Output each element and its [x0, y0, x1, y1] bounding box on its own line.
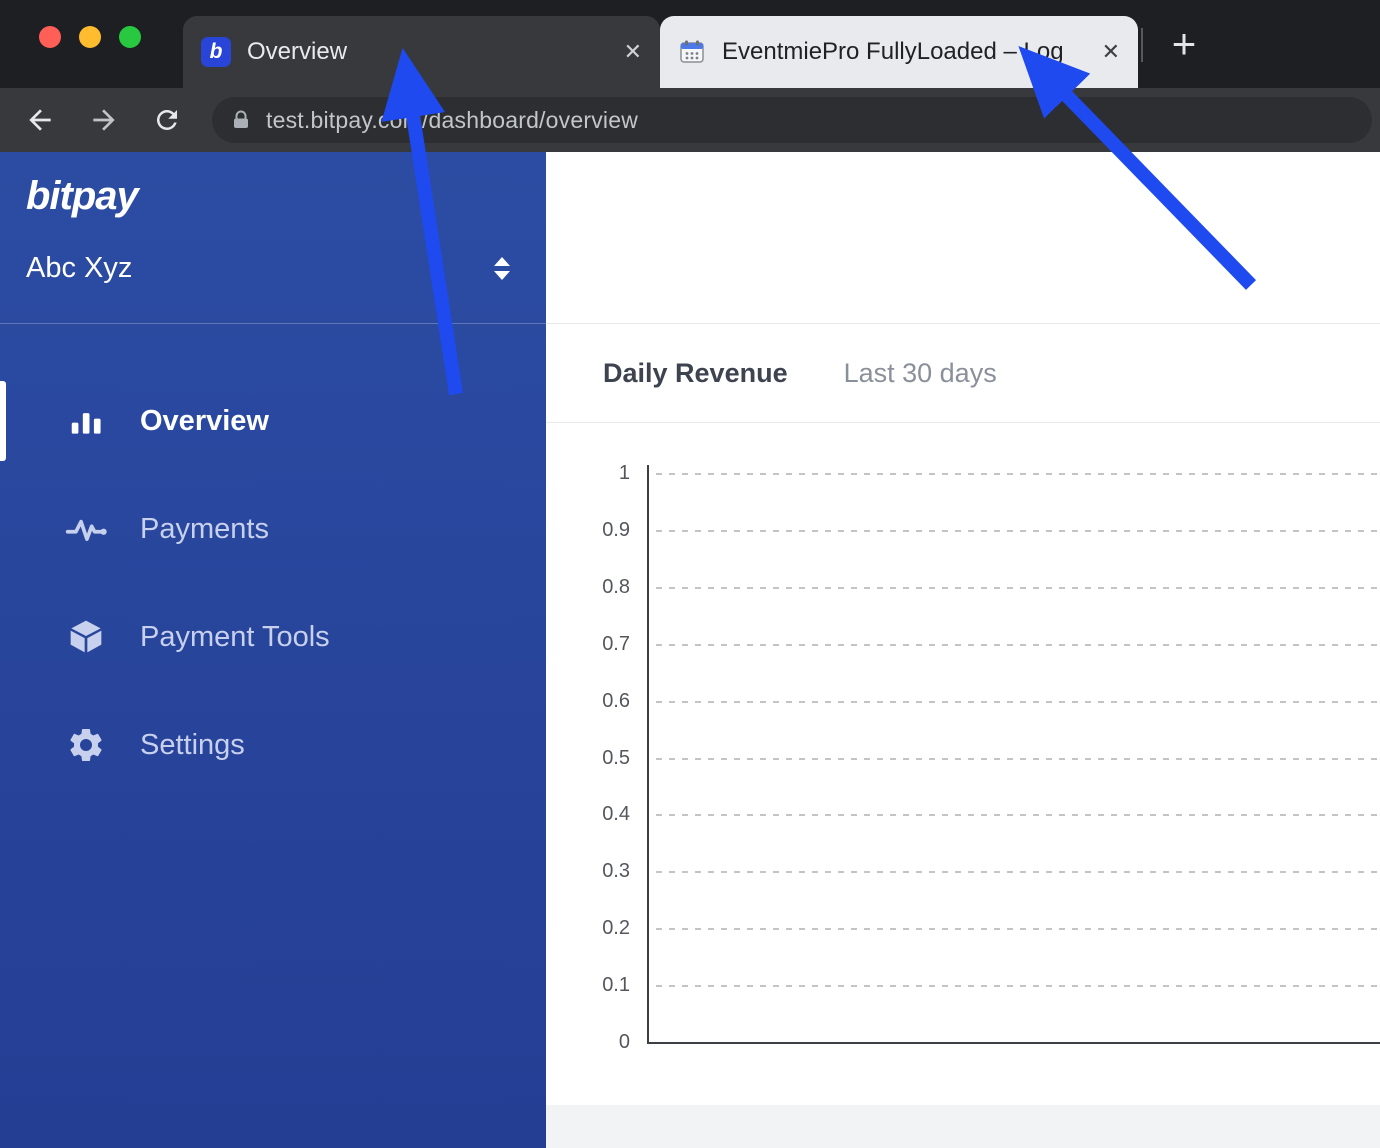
org-name: Abc Xyz — [26, 252, 133, 284]
chart-header: Daily Revenue Last 30 days — [546, 324, 1380, 422]
sidebar-nav: Overview Payments Payment Tools Settings — [0, 367, 546, 799]
calendar-favicon — [678, 38, 706, 66]
y-tick-label: 0.2 — [602, 917, 630, 940]
gridline — [656, 643, 1380, 646]
y-tick-label: 0.4 — [602, 803, 630, 826]
lock-icon — [230, 109, 252, 131]
tab-separator — [1141, 28, 1143, 62]
reload-icon[interactable] — [152, 105, 184, 137]
gridline — [656, 586, 1380, 589]
bitpay-favicon-letter: b — [209, 40, 223, 63]
gridline — [656, 814, 1380, 817]
sidebar-item-payments[interactable]: Payments — [0, 475, 546, 583]
y-axis-line — [647, 465, 649, 1044]
sidebar-item-label: Payments — [140, 512, 269, 545]
browser-toolbar: test.bitpay.com/dashboard/overview — [0, 88, 1380, 152]
cube-icon — [64, 617, 108, 657]
sidebar-item-overview[interactable]: Overview — [0, 367, 546, 475]
sidebar-item-settings[interactable]: Settings — [0, 691, 546, 799]
y-tick-label: 0.6 — [602, 689, 630, 712]
main-content: Daily Revenue Last 30 days 1 0.9 0.8 0.7 0.6… — [546, 152, 1380, 1148]
chart-area: 1 0.9 0.8 0.7 0.6 0.5 0.4 0.3 0.2 0.1 0 — [546, 422, 1380, 1122]
new-tab-button[interactable]: + — [1160, 20, 1208, 68]
sidebar: bitpay Abc Xyz Overview Payments Payment… — [0, 152, 546, 1148]
tab-close-icon[interactable]: ✕ — [624, 39, 642, 65]
tab-strip: b Overview ✕ EventmiePro FullyLoaded – L… — [0, 0, 1380, 88]
page-title: Daily Revenue — [603, 357, 788, 388]
y-tick-label: 1 — [618, 462, 630, 484]
y-tick-label: 0.5 — [602, 746, 630, 769]
org-selector[interactable]: Abc Xyz — [26, 252, 510, 285]
sidebar-divider — [0, 323, 546, 324]
tab-overview-label: Overview — [247, 38, 348, 65]
sidebar-item-label: Overview — [140, 404, 269, 437]
gridline — [656, 757, 1380, 760]
chevron-updown-icon — [494, 257, 510, 280]
gridline — [656, 529, 1380, 532]
gear-icon — [64, 725, 108, 765]
forward-icon[interactable] — [88, 104, 120, 136]
gridline — [656, 985, 1380, 988]
url-text: test.bitpay.com/dashboard/overview — [266, 106, 639, 133]
y-tick-label: 0.8 — [602, 575, 630, 598]
tab-eventmiepro-label: EventmiePro FullyLoaded – Log — [722, 38, 1064, 65]
window-minimize-button[interactable] — [79, 26, 101, 48]
url-bar[interactable]: test.bitpay.com/dashboard/overview — [212, 97, 1372, 143]
sidebar-item-payment-tools[interactable]: Payment Tools — [0, 583, 546, 691]
y-tick-label: 0.3 — [602, 860, 630, 883]
date-range-label: Last 30 days — [843, 357, 997, 388]
pulse-icon — [64, 507, 108, 551]
tab-close-icon[interactable]: ✕ — [1102, 39, 1120, 65]
back-icon[interactable] — [24, 104, 56, 136]
window-close-button[interactable] — [39, 26, 61, 48]
y-tick-label: 0 — [618, 1031, 630, 1053]
x-axis-line — [647, 1042, 1380, 1044]
browser-chrome: b Overview ✕ EventmiePro FullyLoaded – L… — [0, 0, 1380, 152]
bitpay-logo: bitpay — [26, 174, 139, 218]
app-window: bitpay Abc Xyz Overview Payments Payment… — [0, 152, 1380, 1148]
tab-eventmiepro[interactable]: EventmiePro FullyLoaded – Log ✕ — [660, 16, 1138, 88]
bitpay-favicon: b — [201, 37, 231, 67]
gridline — [656, 473, 1380, 475]
sidebar-item-label: Payment Tools — [140, 620, 330, 653]
y-tick-label: 0.9 — [602, 518, 630, 541]
tab-overview[interactable]: b Overview ✕ — [183, 16, 660, 88]
gridline — [656, 928, 1380, 931]
window-zoom-button[interactable] — [119, 26, 141, 48]
bar-chart-icon — [64, 402, 108, 440]
sidebar-item-label: Settings — [140, 728, 245, 761]
gridline — [656, 871, 1380, 874]
y-tick-label: 0.1 — [602, 974, 630, 997]
gridline — [656, 700, 1380, 703]
page-bottom-band — [546, 1105, 1380, 1148]
y-tick-label: 0.7 — [602, 632, 630, 655]
traffic-lights — [39, 26, 141, 48]
